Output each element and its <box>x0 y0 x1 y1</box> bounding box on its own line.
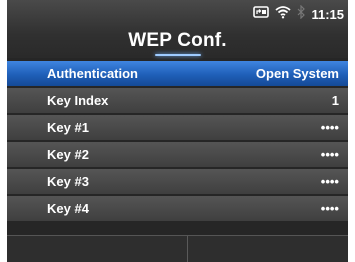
menu-item-value: Open System <box>255 66 339 81</box>
menu-item-key-3[interactable]: Key #3 •••• <box>7 169 348 194</box>
right-softkey[interactable] <box>188 236 348 262</box>
menu-item-authentication[interactable]: Authentication Open System <box>7 61 348 86</box>
menu-item-value: •••• <box>320 201 339 216</box>
header-bar: 11:15 WEP Conf. <box>7 0 348 58</box>
menu-item-label: Key #3 <box>47 174 89 189</box>
menu-item-key-1[interactable]: Key #1 •••• <box>7 115 348 140</box>
menu-item-value: 1 <box>331 93 339 108</box>
printer-display: 11:15 WEP Conf. Authentication Open Syst… <box>7 0 348 262</box>
menu-item-key-4[interactable]: Key #4 •••• <box>7 196 348 221</box>
menu-item-label: Authentication <box>47 66 138 81</box>
sd-card-icon <box>253 5 270 24</box>
left-softkey[interactable] <box>7 236 188 262</box>
bluetooth-icon <box>297 4 306 24</box>
status-bar: 11:15 <box>253 4 344 24</box>
settings-menu: Authentication Open System Key Index 1 K… <box>7 61 348 223</box>
menu-item-label: Key Index <box>47 93 109 108</box>
title-accent-line <box>155 54 201 56</box>
menu-item-label: Key #1 <box>47 120 89 135</box>
menu-item-label: Key #2 <box>47 147 89 162</box>
menu-item-label: Key #4 <box>47 201 89 216</box>
menu-item-key-2[interactable]: Key #2 •••• <box>7 142 348 167</box>
softkey-bar <box>7 235 348 262</box>
menu-item-value: •••• <box>320 147 339 162</box>
menu-item-value: •••• <box>320 174 339 189</box>
wifi-icon <box>275 5 292 24</box>
clock-text: 11:15 <box>311 6 344 22</box>
menu-item-value: •••• <box>320 120 339 135</box>
menu-item-key-index[interactable]: Key Index 1 <box>7 88 348 113</box>
page-title: WEP Conf. <box>128 30 227 51</box>
